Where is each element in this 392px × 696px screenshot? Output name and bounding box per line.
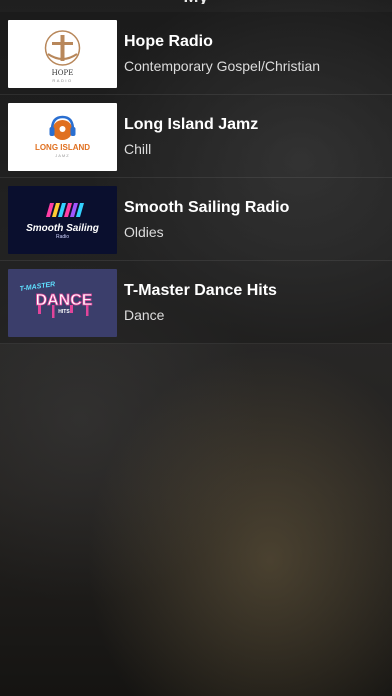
station-logo-t-master-dance-hits: T-MASTER DANCE HITS: [8, 269, 117, 337]
station-logo-hope-radio: HOPE RADIO: [8, 20, 117, 88]
station-row-smooth-sailing-radio[interactable]: Smooth Sailing Radio Smooth Sailing Radi…: [0, 178, 392, 261]
station-row-long-island-jamz[interactable]: LONG ISLAND JAMZ Long Island Jamz Chill: [0, 95, 392, 178]
station-row-t-master-dance-hits[interactable]: T-MASTER DANCE HITS T-Master Dance Hits …: [0, 261, 392, 344]
hope-logo-subtext: RADIO: [52, 78, 72, 83]
hope-logo-text: HOPE: [52, 69, 74, 77]
station-genre: Dance: [124, 307, 165, 323]
page-title: My: [0, 0, 392, 4]
station-genre: Oldies: [124, 224, 164, 240]
station-logo-smooth-sailing-radio: Smooth Sailing Radio: [8, 186, 117, 254]
station-info: Hope Radio Contemporary Gospel/Christian: [124, 32, 384, 75]
station-logo-long-island-jamz: LONG ISLAND JAMZ: [8, 103, 117, 171]
station-name: Smooth Sailing Radio: [124, 199, 290, 216]
smooth-sailing-logo-subtext: Radio: [56, 234, 69, 240]
station-info: Long Island Jamz Chill: [124, 115, 384, 158]
station-info: Smooth Sailing Radio Oldies: [124, 198, 384, 241]
station-genre: Contemporary Gospel/Christian: [124, 58, 321, 74]
long-island-logo-text: LONG ISLAND: [35, 143, 90, 152]
t-master-logo-text: DANCE: [36, 292, 93, 309]
smooth-sailing-logo-text: Smooth Sailing: [26, 223, 99, 234]
station-genre: Chill: [124, 141, 152, 157]
station-info: T-Master Dance Hits Dance: [124, 281, 384, 324]
station-list: HOPE RADIO Hope Radio Contemporary Gospe…: [0, 12, 392, 344]
long-island-logo-subtext: JAMZ: [55, 153, 69, 158]
station-row-hope-radio[interactable]: HOPE RADIO Hope Radio Contemporary Gospe…: [0, 12, 392, 95]
station-name: T-Master Dance Hits: [124, 282, 277, 299]
station-name: Hope Radio: [124, 33, 213, 50]
station-name: Long Island Jamz: [124, 116, 259, 133]
t-master-logo-subtext: HITS: [58, 309, 70, 315]
